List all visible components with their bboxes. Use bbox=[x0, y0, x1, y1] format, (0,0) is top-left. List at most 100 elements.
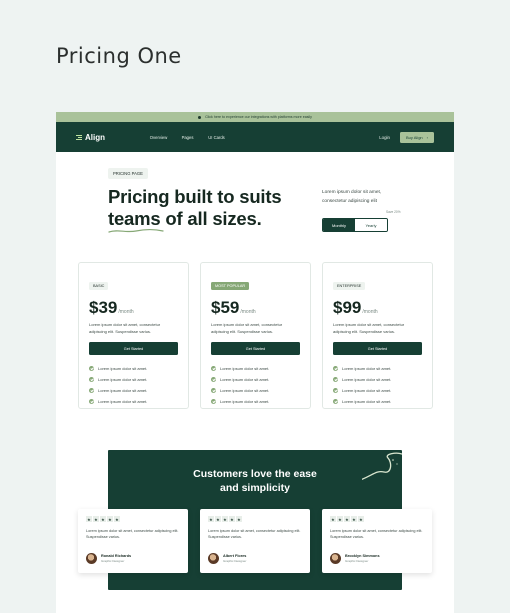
feature-item: Lorem ipsum dolor sit amet. bbox=[211, 385, 300, 396]
feature-item: Lorem ipsum dolor sit amet. bbox=[333, 385, 422, 396]
nav-actions: Login Buy Align › bbox=[379, 131, 434, 143]
feature-item: Lorem ipsum dolor sit amet. bbox=[211, 396, 300, 407]
star-icon: ★ bbox=[222, 516, 228, 522]
feature-text: Lorem ipsum dolor sit amet. bbox=[342, 399, 392, 404]
billing-toggle[interactable]: Monthly Yearly bbox=[322, 218, 388, 232]
headline-line-2: teams of all sizes. bbox=[108, 208, 262, 229]
star-icon: ★ bbox=[86, 516, 92, 522]
feature-list: Lorem ipsum dolor sit amet. Lorem ipsum … bbox=[333, 363, 422, 407]
get-started-button[interactable]: Get Started bbox=[211, 342, 300, 355]
nav-link-ui-cards[interactable]: UI Cards bbox=[202, 135, 231, 140]
star-icon: ★ bbox=[107, 516, 113, 522]
feature-list: Lorem ipsum dolor sit amet. Lorem ipsum … bbox=[211, 363, 300, 407]
star-icon: ★ bbox=[330, 516, 336, 522]
check-icon bbox=[89, 377, 94, 382]
testimonial-author: Ronald Richards Graphic Designer bbox=[86, 553, 131, 564]
author-name: Brooklyn Simmons bbox=[345, 554, 380, 558]
testimonials-title-line-1: Customers love the ease bbox=[193, 468, 317, 480]
hero-headline: Pricing built to suits teams of all size… bbox=[108, 186, 282, 230]
star-icon: ★ bbox=[337, 516, 343, 522]
feature-text: Lorem ipsum dolor sit amet. bbox=[98, 399, 148, 404]
feature-item: Lorem ipsum dolor sit amet. bbox=[333, 396, 422, 407]
testimonial-card: ★ ★ ★ ★ ★ Lorem ipsum dolor sit amet, consec… bbox=[200, 509, 310, 573]
star-icon: ★ bbox=[229, 516, 235, 522]
testimonial-card: ★ ★ ★ ★ ★ Lorem ipsum dolor sit amet, consec… bbox=[322, 509, 432, 573]
announcement-text: Click here to experience our integration… bbox=[205, 115, 312, 119]
yearly-option[interactable]: Yearly bbox=[355, 219, 387, 231]
plan-card-basic: BASIC $39 /month Lorem ipsum dolor sit a… bbox=[78, 262, 189, 409]
testimonial-text: Lorem ipsum dolor sit amet, consectetur … bbox=[208, 529, 301, 539]
star-icon: ★ bbox=[344, 516, 350, 522]
feature-text: Lorem ipsum dolor sit amet. bbox=[98, 377, 148, 382]
star-icon: ★ bbox=[358, 516, 364, 522]
check-icon bbox=[89, 366, 94, 371]
feature-text: Lorem ipsum dolor sit amet. bbox=[220, 366, 270, 371]
avatar bbox=[330, 553, 341, 564]
announcement-bar[interactable]: Click here to experience our integration… bbox=[56, 112, 454, 122]
logo-mark-icon bbox=[76, 134, 82, 140]
star-icon: ★ bbox=[114, 516, 120, 522]
author-role: Graphic Designer bbox=[223, 559, 247, 563]
get-started-button[interactable]: Get Started bbox=[89, 342, 178, 355]
pricing-plans: BASIC $39 /month Lorem ipsum dolor sit a… bbox=[78, 262, 433, 409]
plan-period: /month bbox=[362, 309, 378, 315]
author-name: Ronald Richards bbox=[101, 554, 132, 558]
monthly-option[interactable]: Monthly bbox=[323, 219, 355, 231]
feature-item: Lorem ipsum dolor sit amet. bbox=[89, 363, 178, 374]
info-dot-icon bbox=[198, 115, 202, 119]
plan-period: /month bbox=[118, 309, 134, 315]
check-icon bbox=[333, 388, 338, 393]
pricing-page-preview: Click here to experience our integration… bbox=[56, 112, 454, 613]
price-row: $59 /month bbox=[211, 298, 300, 318]
check-icon bbox=[333, 377, 338, 382]
testimonial-text: Lorem ipsum dolor sit amet, consectetur … bbox=[330, 529, 423, 539]
get-started-button[interactable]: Get Started bbox=[333, 342, 422, 355]
star-icon: ★ bbox=[100, 516, 106, 522]
plan-price: $59 bbox=[211, 298, 240, 317]
feature-item: Lorem ipsum dolor sit amet. bbox=[89, 385, 178, 396]
feature-list: Lorem ipsum dolor sit amet. Lorem ipsum … bbox=[89, 363, 178, 407]
brand-logo[interactable]: Align bbox=[76, 133, 105, 142]
feature-text: Lorem ipsum dolor sit amet. bbox=[220, 388, 270, 393]
navbar: Align Overview Pages UI Cards Login Buy … bbox=[56, 122, 454, 152]
testimonials-title: Customers love the ease and simplicity bbox=[108, 467, 402, 495]
feature-text: Lorem ipsum dolor sit amet. bbox=[98, 366, 148, 371]
feature-item: Lorem ipsum dolor sit amet. bbox=[333, 363, 422, 374]
plan-card-popular: MOST POPULAR $59 /month Lorem ipsum dolo… bbox=[200, 262, 311, 409]
star-icon: ★ bbox=[351, 516, 357, 522]
plan-tag: ENTERPRISE bbox=[333, 282, 366, 290]
plan-price: $39 bbox=[89, 298, 118, 317]
plan-price: $99 bbox=[333, 298, 362, 317]
check-icon bbox=[333, 366, 338, 371]
buy-label: Buy Align bbox=[405, 134, 423, 140]
plan-card-enterprise: ENTERPRISE $99 /month Lorem ipsum dolor … bbox=[322, 262, 433, 409]
feature-item: Lorem ipsum dolor sit amet. bbox=[333, 374, 422, 385]
author-role: Graphic Designer bbox=[101, 559, 125, 563]
nav-link-overview[interactable]: Overview bbox=[144, 135, 173, 140]
login-link[interactable]: Login bbox=[379, 135, 390, 140]
plan-period: /month bbox=[240, 309, 256, 315]
plan-description: Lorem ipsum dolor sit amet, consectetur … bbox=[89, 322, 161, 334]
check-icon bbox=[211, 366, 216, 371]
feature-item: Lorem ipsum dolor sit amet. bbox=[211, 363, 300, 374]
star-icon: ★ bbox=[236, 516, 242, 522]
feature-text: Lorem ipsum dolor sit amet. bbox=[220, 399, 270, 404]
pricing-page-pill: PRICING PAGE bbox=[108, 168, 148, 179]
check-icon bbox=[211, 388, 216, 393]
plan-tag: BASIC bbox=[89, 282, 109, 290]
star-icon: ★ bbox=[208, 516, 214, 522]
price-row: $39 /month bbox=[89, 298, 178, 318]
hero-description: Lorem ipsum dolor sit amet, consectetur … bbox=[322, 190, 382, 204]
feature-text: Lorem ipsum dolor sit amet. bbox=[342, 388, 392, 393]
buy-align-button[interactable]: Buy Align › bbox=[399, 131, 434, 143]
nav-link-pages[interactable]: Pages bbox=[173, 135, 202, 140]
check-icon bbox=[211, 399, 216, 404]
feature-item: Lorem ipsum dolor sit amet. bbox=[89, 396, 178, 407]
plan-description: Lorem ipsum dolor sit amet, consectetur … bbox=[211, 322, 283, 334]
feature-text: Lorem ipsum dolor sit amet. bbox=[98, 388, 148, 393]
author-name: Albert Flores bbox=[223, 554, 247, 558]
testimonial-cards: ★ ★ ★ ★ ★ Lorem ipsum dolor sit amet, consec… bbox=[78, 509, 432, 573]
star-rating: ★ ★ ★ ★ ★ bbox=[86, 516, 180, 522]
headline-line-1: Pricing built to suits bbox=[108, 186, 282, 207]
testimonial-author: Albert Flores Graphic Designer bbox=[208, 553, 246, 564]
